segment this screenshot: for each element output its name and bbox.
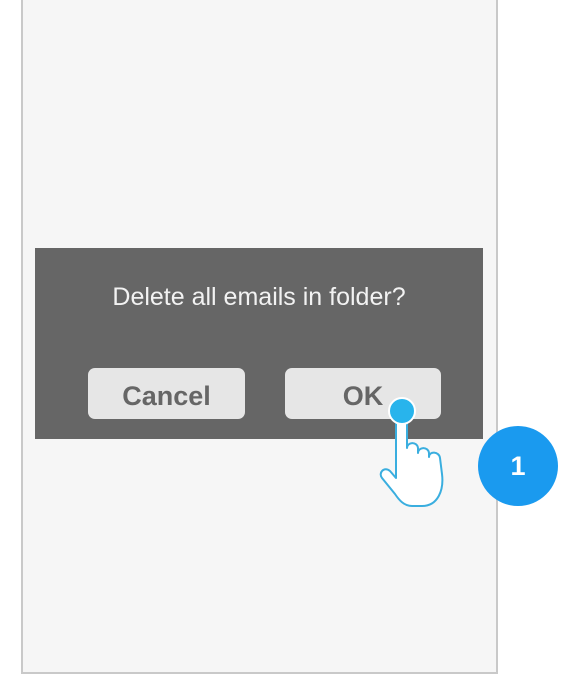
hand-outline bbox=[379, 411, 444, 507]
tap-hand-icon bbox=[379, 397, 444, 507]
step-badge: 1 bbox=[478, 426, 558, 506]
dialog-message: Delete all emails in folder? bbox=[112, 283, 406, 311]
cancel-button[interactable]: Cancel bbox=[88, 368, 245, 419]
tap-dot bbox=[388, 397, 416, 425]
stage: Delete all emails in folder? Cancel OK 1 bbox=[0, 0, 568, 677]
